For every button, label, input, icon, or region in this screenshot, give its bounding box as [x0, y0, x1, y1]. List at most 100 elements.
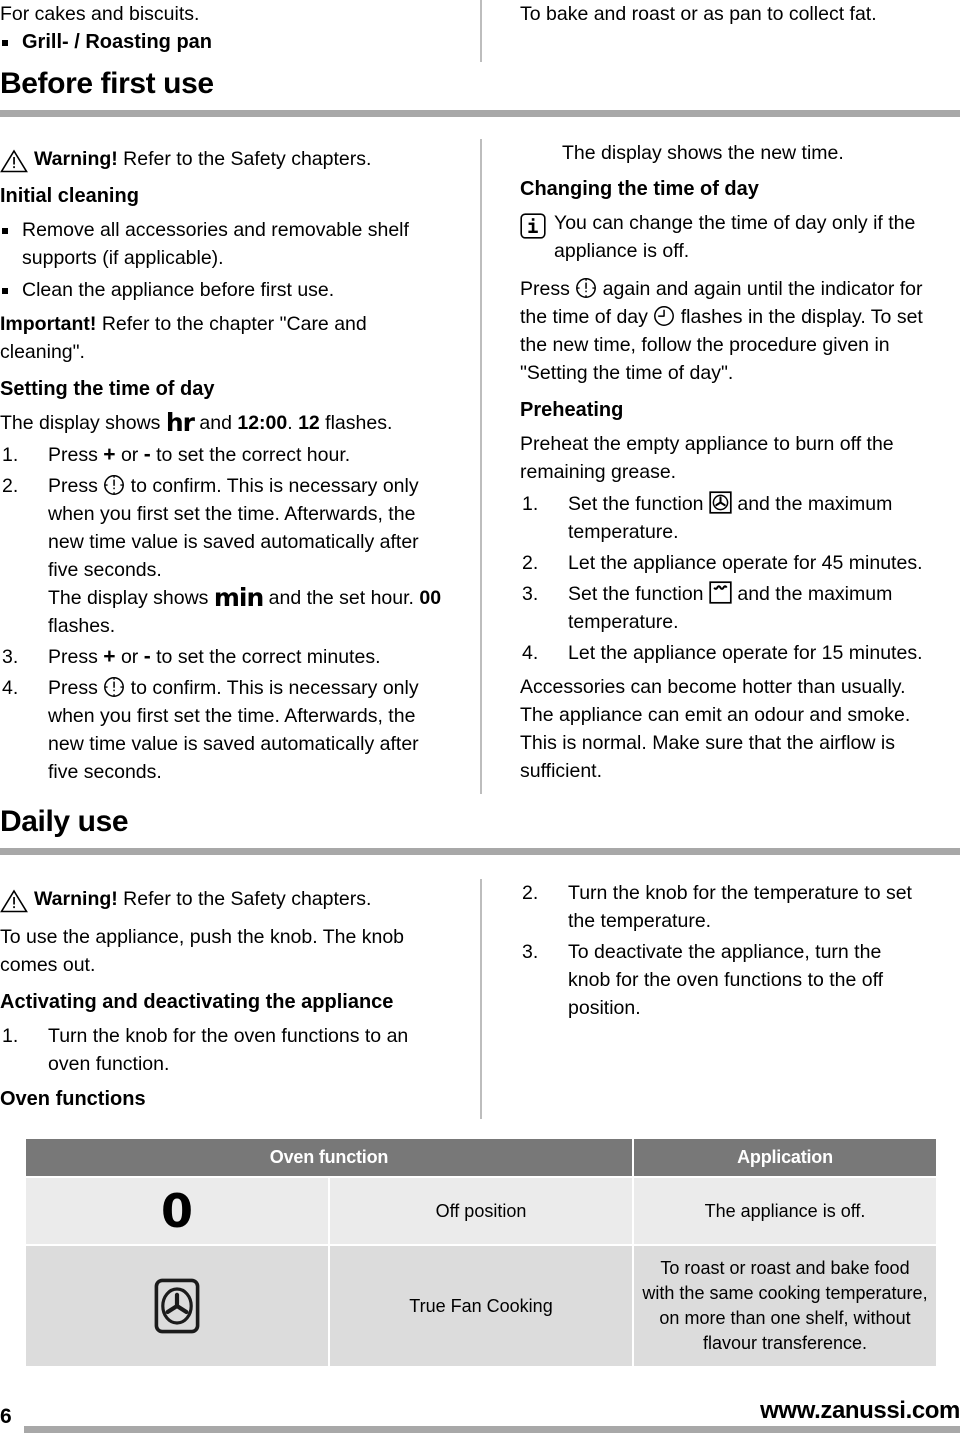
step2-sub: The display shows min and the set hour. …	[48, 584, 446, 640]
display-line-mid: and	[193, 412, 238, 434]
heading-changing-time-of-day: Changing the time of day	[520, 178, 759, 200]
preheating-steps: Set the function and the maximum tempera…	[520, 490, 928, 667]
preheat-step1-pre: Set the function	[568, 493, 709, 515]
lcd-hr-text: hr	[165, 408, 195, 437]
warning-note-1-text: Warning! Refer to the Safety chapters.	[34, 145, 371, 173]
preheating-closing-text: Accessories can become hotter than usual…	[520, 676, 911, 782]
step4-pre: Press	[48, 677, 104, 699]
initial-cleaning-bullets: Remove all accessories and removable she…	[0, 216, 446, 304]
warning-triangle-icon	[0, 885, 34, 913]
minus-glyph: -	[143, 645, 151, 668]
footer-url: www.zanussi.com	[760, 1397, 960, 1424]
info-icon	[520, 209, 554, 239]
table-body: 0 Off position The appliance is off. Tru…	[24, 1176, 938, 1368]
list-item: Let the appliance operate for 45 minutes…	[522, 549, 923, 577]
top-heat-icon	[709, 581, 732, 604]
manual-page: For cakes and biscuits. Grill- / Roastin…	[0, 0, 960, 1455]
display-flash-number: 12	[298, 412, 320, 434]
display-time-value: 12:00	[237, 412, 288, 434]
important-label: Important!	[0, 313, 97, 335]
warning-body: Refer to the Safety chapters.	[117, 888, 372, 910]
warning-note-2: Warning! Refer to the Safety chapters.	[0, 885, 446, 913]
minus-glyph: -	[143, 443, 151, 466]
info-note: You can change the time of day only if t…	[520, 209, 928, 265]
heading-preheating: Preheating	[520, 399, 624, 421]
top-left-column: For cakes and biscuits. Grill- / Roastin…	[0, 0, 480, 62]
step1-mid: or	[115, 444, 144, 466]
setting-time-steps: Press + or - to set the correct hour. Pr…	[0, 441, 446, 786]
daily-use-section: Warning! Refer to the Safety chapters. T…	[0, 879, 960, 1119]
important-note: Important! Refer to the chapter "Care an…	[0, 310, 446, 366]
heading-oven-functions: Oven functions	[0, 1088, 146, 1110]
true-fan-name: True Fan Cooking	[328, 1244, 634, 1368]
true-fan-application: To roast or roast and bake food with the…	[632, 1244, 938, 1368]
off-position-symbol-cell: 0	[24, 1176, 330, 1246]
top-lead-text: For cakes and biscuits.	[0, 3, 200, 25]
top-continuation-section: For cakes and biscuits. Grill- / Roastin…	[0, 0, 960, 62]
true-fan-symbol-cell	[24, 1244, 330, 1368]
lcd-min-text: min	[213, 583, 264, 612]
warning-triangle-icon	[0, 145, 34, 173]
warning-label: Warning!	[34, 148, 118, 170]
clock-confirm-icon	[103, 474, 125, 496]
plus-glyph: +	[103, 645, 116, 668]
list-item: Grill- / Roasting pan	[0, 28, 446, 56]
step3-mid: or	[115, 646, 144, 668]
plus-glyph: +	[103, 443, 116, 466]
list-item: Press to confirm. This is necessary only…	[0, 674, 446, 786]
list-item: To deactivate the appliance, turn the kn…	[522, 938, 884, 1019]
step2-sub-pre: The display shows	[48, 587, 214, 609]
list-item: Set the function and the maximum tempera…	[520, 490, 928, 546]
display-new-time-text: The display shows the new time.	[562, 142, 844, 164]
step2-flash-number: 00	[419, 587, 442, 609]
step3-pre: Press	[48, 646, 104, 668]
table-header-row: Oven function Application	[24, 1137, 938, 1178]
off-position-name: Off position	[328, 1176, 634, 1246]
preheating-intro: Preheat the empty appliance to burn off …	[520, 433, 894, 483]
list-item: Remove all accessories and removable she…	[0, 216, 446, 272]
daily-use-left-column: Warning! Refer to the Safety chapters. T…	[0, 879, 480, 1119]
display-shows-hr-line: The display shows hr and 12:00. 12 flash…	[0, 409, 446, 437]
heading-activating-deactivating: Activating and deactivating the applianc…	[0, 991, 394, 1013]
step1-pre: Press	[48, 444, 104, 466]
clock-confirm-icon	[575, 277, 597, 299]
step2-pre: Press	[48, 475, 104, 497]
list-item: Turn the knob for the temperature to set…	[522, 879, 912, 932]
bfu-left-column: Warning! Refer to the Safety chapters. I…	[0, 139, 480, 794]
display-line-post: .	[287, 412, 299, 434]
heading-initial-cleaning: Initial cleaning	[0, 185, 139, 207]
zero-symbol: 0	[160, 1184, 193, 1238]
warning-note-1: Warning! Refer to the Safety chapters.	[0, 145, 446, 173]
chapter-rule	[0, 848, 960, 855]
step3-post: to set the correct minutes.	[150, 646, 381, 668]
off-position-application: The appliance is off.	[632, 1176, 938, 1246]
warning-label: Warning!	[34, 888, 118, 910]
list-item: Press + or - to set the correct hour.	[0, 441, 446, 469]
chapter-title-before-first-use: Before first use	[0, 67, 214, 100]
display-flash-text: flashes.	[319, 412, 393, 434]
list-item: Press + or - to set the correct minutes.	[0, 643, 446, 671]
warning-note-2-text: Warning! Refer to the Safety chapters.	[34, 885, 371, 913]
column-header-oven-function: Oven function	[24, 1137, 634, 1178]
warning-body: Refer to the Safety chapters.	[117, 148, 372, 170]
table-row: True Fan Cooking To roast or roast and b…	[24, 1244, 938, 1368]
true-fan-cooking-icon	[34, 1278, 320, 1334]
list-item: Set the function and the maximum tempera…	[520, 580, 928, 636]
daily-use-intro: To use the appliance, push the knob. The…	[0, 926, 405, 976]
daily-use-right-column: Turn the knob for the temperature to set…	[480, 879, 960, 1119]
press-again-paragraph: Press again and again until the indicato…	[520, 275, 928, 387]
clock-confirm-icon	[103, 676, 125, 698]
footer-rule	[24, 1426, 960, 1433]
list-item: Let the appliance operate for 15 minutes…	[522, 639, 923, 667]
top-bullet-list: Grill- / Roasting pan	[0, 28, 446, 56]
top-right-text: To bake and roast or as pan to collect f…	[520, 3, 877, 25]
step1-post: to set the correct hour.	[150, 444, 351, 466]
chapter-title-daily-use: Daily use	[0, 805, 129, 838]
true-fan-cooking-icon	[709, 491, 732, 514]
before-first-use-section: Warning! Refer to the Safety chapters. I…	[0, 139, 960, 794]
daily-use-right-steps: Turn the knob for the temperature to set…	[520, 879, 928, 1022]
info-note-text: You can change the time of day only if t…	[554, 212, 916, 262]
list-item: Press to confirm. This is necessary only…	[0, 472, 446, 640]
table-row: 0 Off position The appliance is off.	[24, 1176, 938, 1246]
oven-functions-table: Oven function Application 0 Off position…	[24, 1137, 938, 1368]
